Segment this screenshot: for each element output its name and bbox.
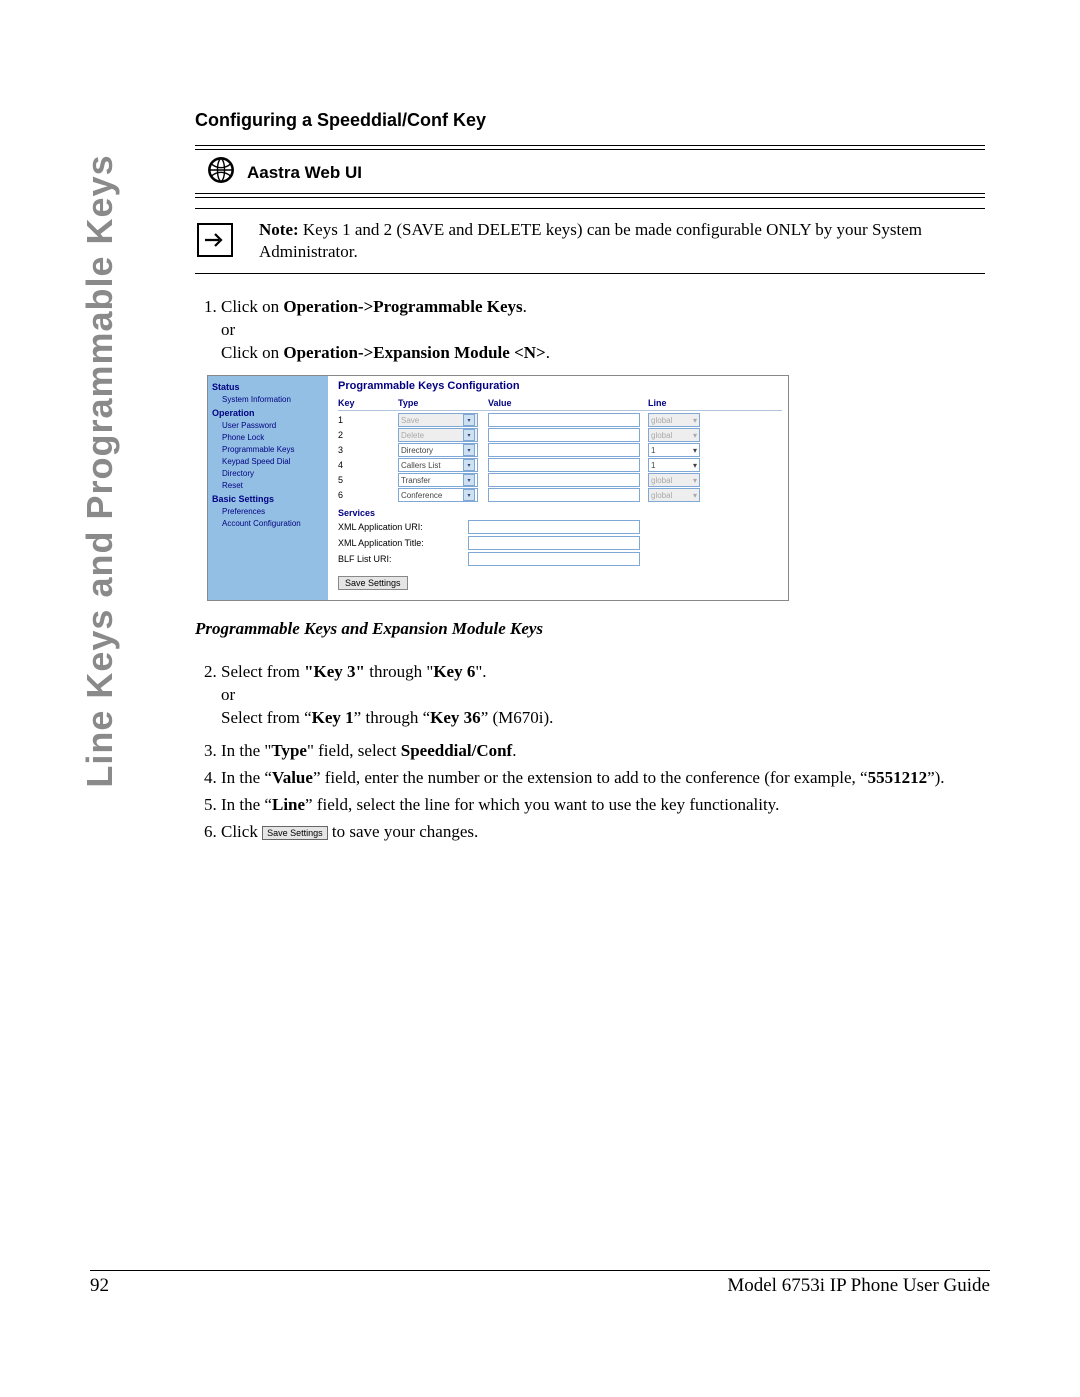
side-tab: Line Keys and Programmable Keys xyxy=(60,80,120,840)
step-6: Click Save Settings to save your changes… xyxy=(221,821,985,844)
chevron-down-icon: ▾ xyxy=(693,446,697,455)
rule-bottom xyxy=(195,193,985,198)
subheading: Programmable Keys and Expansion Module K… xyxy=(195,619,985,639)
globe-icon xyxy=(207,156,247,189)
nav-item[interactable]: User Password xyxy=(222,420,328,432)
note-text: Note: Keys 1 and 2 (SAVE and DELETE keys… xyxy=(259,219,985,263)
save-settings-button[interactable]: Save Settings xyxy=(338,576,408,590)
chevron-down-icon: ▾ xyxy=(693,491,697,500)
type-select[interactable]: Transfer▾ xyxy=(398,473,478,487)
nav-panel: Status System Information Operation User… xyxy=(208,376,328,600)
xml-uri-input[interactable] xyxy=(468,520,640,534)
chevron-down-icon: ▾ xyxy=(463,459,475,471)
blf-uri-input[interactable] xyxy=(468,552,640,566)
nav-item[interactable]: Reset xyxy=(222,480,328,492)
chevron-down-icon: ▾ xyxy=(693,476,697,485)
line-select: global▾ xyxy=(648,413,700,427)
nav-item[interactable]: Directory xyxy=(222,468,328,480)
step-4: In the “Value” field, enter the number o… xyxy=(221,767,985,790)
nav-item[interactable]: Phone Lock xyxy=(222,432,328,444)
value-input[interactable] xyxy=(488,458,640,472)
section-title: Configuring a Speeddial/Conf Key xyxy=(195,110,985,131)
mock-title: Programmable Keys Configuration xyxy=(338,380,782,392)
line-select: global▾ xyxy=(648,428,700,442)
chevron-down-icon: ▾ xyxy=(463,429,475,441)
chevron-down-icon: ▾ xyxy=(693,431,697,440)
config-screenshot: Status System Information Operation User… xyxy=(207,375,789,601)
page-number: 92 xyxy=(90,1275,109,1297)
nav-item[interactable]: Keypad Speed Dial xyxy=(222,456,328,468)
key-row: 3Directory▾1▾ xyxy=(338,443,782,457)
chevron-down-icon: ▾ xyxy=(463,414,475,426)
rule-top xyxy=(195,145,985,150)
value-input[interactable] xyxy=(488,413,640,427)
line-select[interactable]: 1▾ xyxy=(648,458,700,472)
key-row: 5Transfer▾global▾ xyxy=(338,473,782,487)
step-1: Click on Operation->Programmable Keys. o… xyxy=(221,296,985,365)
nav-item[interactable]: Account Configuration xyxy=(222,518,328,530)
footer-doc-title: Model 6753i IP Phone User Guide xyxy=(727,1275,990,1297)
chevron-down-icon: ▾ xyxy=(463,489,475,501)
web-ui-heading: Aastra Web UI xyxy=(195,152,985,193)
type-select[interactable]: Conference▾ xyxy=(398,488,478,502)
value-input[interactable] xyxy=(488,428,640,442)
line-select: global▾ xyxy=(648,473,700,487)
chevron-down-icon: ▾ xyxy=(693,416,697,425)
type-select: Save▾ xyxy=(398,413,478,427)
line-select: global▾ xyxy=(648,488,700,502)
key-row: 6Conference▾global▾ xyxy=(338,488,782,502)
xml-title-input[interactable] xyxy=(468,536,640,550)
key-row: 2Delete▾global▾ xyxy=(338,428,782,442)
step-5: In the “Line” field, select the line for… xyxy=(221,794,985,817)
key-row: 4Callers List▾1▾ xyxy=(338,458,782,472)
nav-item[interactable]: Programmable Keys xyxy=(222,444,328,456)
step-2: Select from "Key 3" through "Key 6". or … xyxy=(221,661,985,730)
type-select[interactable]: Callers List▾ xyxy=(398,458,478,472)
chevron-down-icon: ▾ xyxy=(693,461,697,470)
line-select[interactable]: 1▾ xyxy=(648,443,700,457)
type-select: Delete▾ xyxy=(398,428,478,442)
side-tab-text: Line Keys and Programmable Keys xyxy=(79,151,121,791)
nav-item[interactable]: Preferences xyxy=(222,506,328,518)
key-row: 1Save▾global▾ xyxy=(338,413,782,427)
value-input[interactable] xyxy=(488,443,640,457)
chevron-down-icon: ▾ xyxy=(463,444,475,456)
value-input[interactable] xyxy=(488,488,640,502)
web-ui-label: Aastra Web UI xyxy=(247,163,362,183)
chevron-down-icon: ▾ xyxy=(463,474,475,486)
note-block: Note: Keys 1 and 2 (SAVE and DELETE keys… xyxy=(195,208,985,274)
type-select[interactable]: Directory▾ xyxy=(398,443,478,457)
step-3: In the "Type" field, select Speeddial/Co… xyxy=(221,740,985,763)
arrow-right-icon xyxy=(197,223,233,257)
save-settings-inline-button[interactable]: Save Settings xyxy=(262,826,328,840)
value-input[interactable] xyxy=(488,473,640,487)
